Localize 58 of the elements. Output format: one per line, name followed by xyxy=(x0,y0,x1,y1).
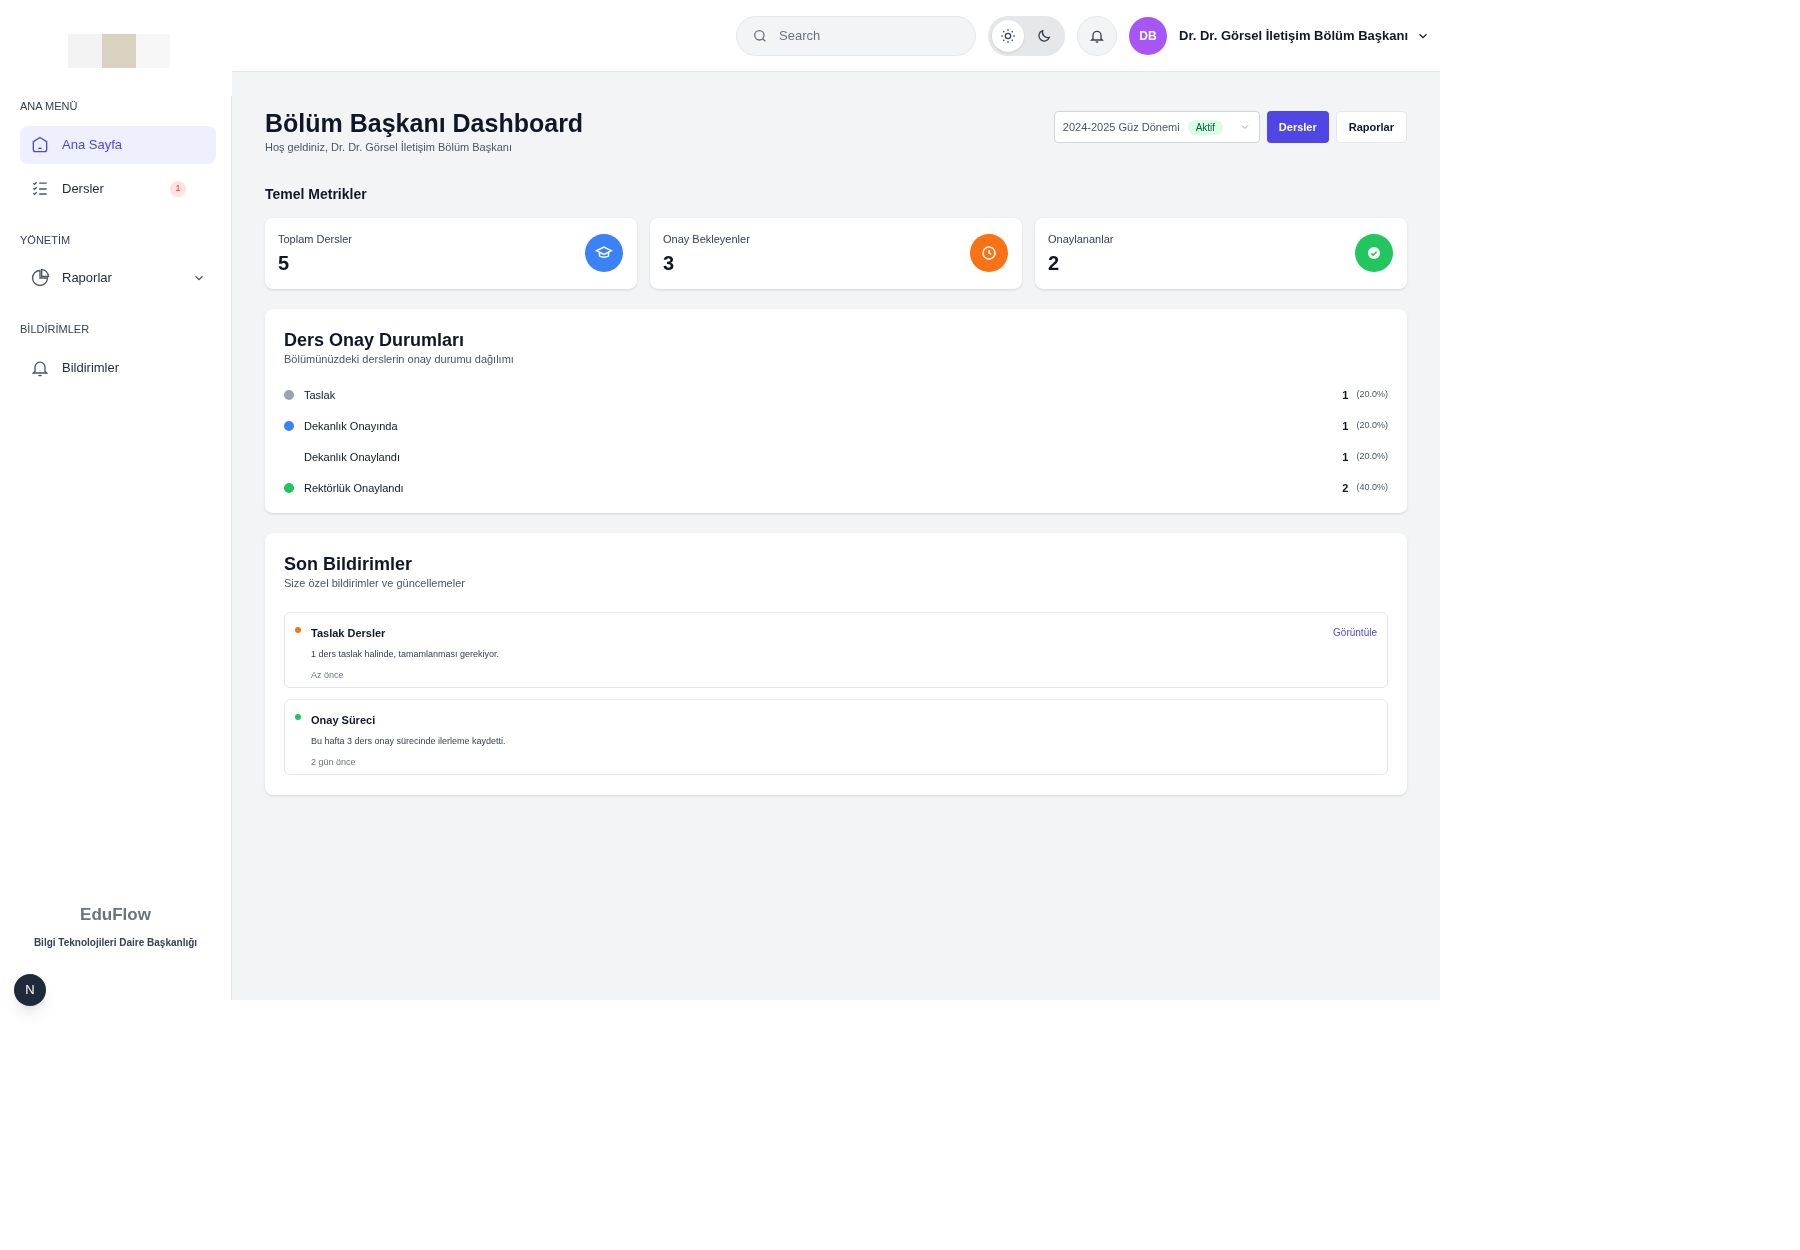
status-percent: (20.0%) xyxy=(1356,450,1388,463)
floating-button[interactable]: N xyxy=(14,973,46,1006)
notification-title: Onay Süreci xyxy=(311,712,377,728)
metric-value: 5 xyxy=(278,251,291,277)
action-button[interactable]: Dersler xyxy=(1266,111,1329,143)
status-count: 2 xyxy=(1342,480,1349,496)
status-count: 1 xyxy=(1342,387,1349,403)
status-count: 1 xyxy=(1342,449,1349,465)
brand-name: EduFlow xyxy=(80,903,151,926)
metric-value: 3 xyxy=(663,251,676,277)
notification-time: Az önce xyxy=(311,668,345,682)
metric-value: 2 xyxy=(1048,251,1061,277)
search-field[interactable]: Search xyxy=(736,15,976,56)
sidebar-item[interactable]: Ana Sayfa xyxy=(20,125,216,164)
notification-item[interactable]: Onay Süreci Bu hafta 3 ders onay sürecinde ilerleme kaydetti. 2 gün önce xyxy=(284,698,1388,775)
user-menu[interactable]: Dr. Dr. Görsel İletişim Bölüm Başkanı xyxy=(1179,25,1431,46)
status-count: 1 xyxy=(1342,418,1349,434)
card-title: Son Bildirimler xyxy=(284,552,414,576)
home-icon xyxy=(30,134,50,155)
notifications-button[interactable] xyxy=(1077,15,1117,56)
status-percent: (40.0%) xyxy=(1356,481,1388,494)
status-label: Dekanlık Onaylandı xyxy=(304,449,400,465)
card-title: Ders Onay Durumları xyxy=(284,328,466,352)
section-label: YÖNETİM xyxy=(20,232,72,248)
notification-title: Taslak Dersler xyxy=(311,625,387,641)
sun-icon[interactable] xyxy=(992,19,1024,52)
notification-item[interactable]: Taslak Dersler 1 ders taslak halinde, tamamlanması gerekiyor. Az önce Görüntüle xyxy=(284,611,1388,688)
organization-name: Bilgi Teknolojileri Daire Başkanlığı xyxy=(33,936,198,950)
metric-label: Onay Bekleyenler xyxy=(663,231,750,247)
metric-label: Onaylananlar xyxy=(1048,231,1114,247)
section-label: ANA MENÜ xyxy=(20,99,79,114)
page-title: Bölüm Başkanı Dashboard xyxy=(265,108,584,139)
theme-toggle[interactable] xyxy=(988,15,1065,56)
sidebar-item[interactable]: Dersler 1 xyxy=(20,169,216,208)
user-avatar[interactable]: DB xyxy=(1129,16,1167,55)
term-select[interactable]: 2024-2025 Güz Dönemi Aktif xyxy=(1053,111,1260,143)
search-icon xyxy=(752,27,768,44)
count-badge: 1 xyxy=(170,180,186,197)
section-label: BİLDİRİMLER xyxy=(20,322,91,337)
status-badge: Aktif xyxy=(1187,119,1224,135)
card-subtitle: Size özel bildirimler ve güncellemeler xyxy=(284,576,466,592)
status-percent: (20.0%) xyxy=(1356,419,1388,432)
status-label: Taslak xyxy=(304,387,336,403)
notification-text: Bu hafta 3 ders onay sürecinde ilerleme kaydetti. xyxy=(311,735,507,749)
pie-chart-icon xyxy=(30,268,50,288)
status-label: Dekanlık Onayında xyxy=(304,418,398,434)
notification-text: 1 ders taslak halinde, tamamlanması gerekiyor. xyxy=(311,648,501,662)
page-subtitle: Hoş geldiniz, Dr. Dr. Görsel İletişim Bölüm Başkanı xyxy=(265,140,513,156)
metric-label: Toplam Dersler xyxy=(278,231,352,247)
action-button[interactable]: Raporlar xyxy=(1335,111,1407,143)
view-link[interactable]: Görüntüle xyxy=(1333,624,1377,640)
sidebar-item[interactable]: Raporlar xyxy=(20,259,216,297)
status-percent: (20.0%) xyxy=(1356,388,1388,401)
status-label: Rektörlük Onaylandı xyxy=(304,480,404,496)
section-title: Temel Metrikler xyxy=(265,184,368,204)
sidebar-item[interactable]: Bildirimler xyxy=(20,348,216,387)
card-subtitle: Bölümünüzdeki derslerin onay durumu dağılımı xyxy=(284,352,515,368)
notification-time: 2 gün önce xyxy=(311,755,357,769)
